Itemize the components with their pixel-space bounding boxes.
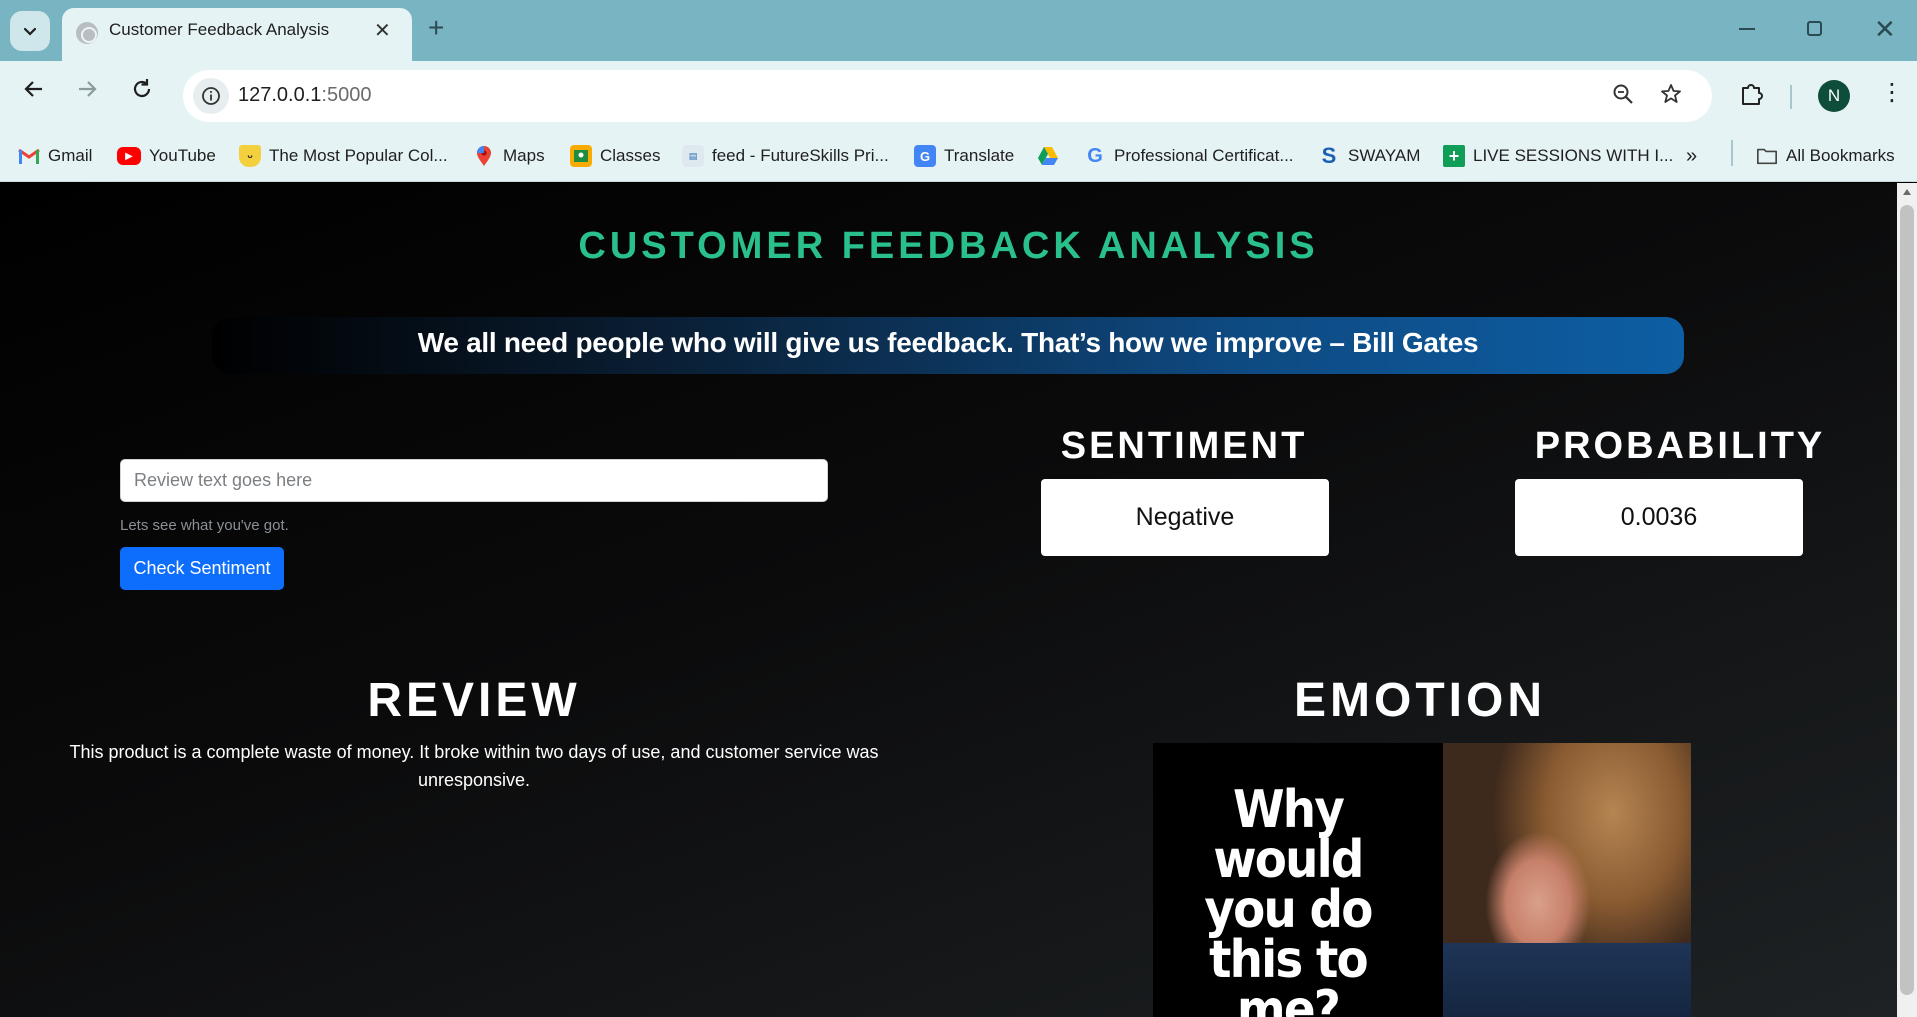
bookmark-drive[interactable]: [1037, 142, 1059, 170]
window-close-button[interactable]: ✕: [1874, 12, 1896, 46]
youtube-icon: ▶: [117, 147, 141, 165]
bookmark-label: Translate: [944, 146, 1015, 165]
bookmarks-divider: [1731, 140, 1733, 166]
minimize-button[interactable]: [1739, 28, 1755, 30]
url-host: 127.0.0.1: [238, 84, 322, 106]
restore-button[interactable]: [1807, 21, 1822, 36]
tab-strip: Customer Feedback Analysis ✕ + ✕: [0, 0, 1917, 61]
browser-toolbar: 127.0.0.1:5000 N ⋮: [0, 61, 1917, 130]
forward-button[interactable]: [71, 77, 103, 107]
magnifier-icon: [1613, 84, 1633, 104]
scroll-thumb[interactable]: [1900, 205, 1914, 995]
emotion-heading: EMOTION: [1294, 674, 1546, 727]
puzzle-icon: [1742, 84, 1763, 105]
review-input[interactable]: [120, 459, 828, 502]
bookmark-professional-certificate[interactable]: G Professional Certificat...: [1084, 142, 1294, 170]
swayam-icon: S: [1321, 143, 1337, 168]
chevron-down-icon: [23, 27, 37, 36]
sheets-icon: +: [1443, 145, 1465, 167]
google-icon: G: [1087, 144, 1103, 167]
probability-heading: PROBABILITY: [1534, 425, 1826, 467]
tab-title: Customer Feedback Analysis: [109, 20, 330, 39]
reload-icon: [133, 79, 151, 98]
reload-button[interactable]: [126, 77, 158, 107]
probability-value: 0.0036: [1515, 479, 1803, 556]
classroom-icon: [570, 145, 592, 167]
all-bookmarks-label: All Bookmarks: [1786, 146, 1895, 165]
bookmark-futureskills[interactable]: ▤ feed - FutureSkills Pri...: [682, 142, 889, 170]
folder-icon: [1756, 145, 1778, 167]
sentiment-heading: SENTIMENT: [1060, 425, 1308, 467]
check-sentiment-button[interactable]: Check Sentiment: [120, 547, 284, 590]
bookmark-youtube[interactable]: ▶ YouTube: [117, 142, 216, 170]
maps-icon: [473, 145, 495, 167]
bookmarks-bar: Gmail ▶ YouTube ᵕ The Most Popular Col..…: [0, 130, 1917, 182]
bookmark-star-icon[interactable]: [1659, 82, 1683, 113]
meme-shoulder: [1443, 943, 1691, 1017]
quote-text: We all need people who will give us feed…: [417, 327, 1479, 358]
bookmark-label: Maps: [503, 146, 545, 165]
drive-icon: [1037, 145, 1059, 167]
gmail-icon: [18, 145, 40, 167]
address-bar[interactable]: 127.0.0.1:5000: [183, 70, 1712, 122]
all-bookmarks-button[interactable]: All Bookmarks: [1756, 142, 1895, 170]
bookmark-label: The Most Popular Col...: [269, 146, 448, 165]
quote-banner: We all need people who will give us feed…: [212, 317, 1684, 374]
input-help-text: Lets see what you've got.: [120, 517, 289, 534]
toolbar-divider: [1790, 85, 1792, 109]
bookmark-maps[interactable]: Maps: [473, 142, 545, 170]
browser-menu-button[interactable]: ⋮: [1880, 78, 1904, 108]
globe-icon: [76, 22, 98, 44]
translate-icon: G: [914, 145, 936, 167]
bookmark-label: Classes: [600, 146, 661, 165]
page-title: CUSTOMER FEEDBACK ANALYSIS: [578, 225, 1319, 267]
page-scrollbar[interactable]: [1897, 183, 1917, 1017]
tab-close-icon[interactable]: ✕: [374, 20, 391, 42]
arrow-right-icon: [79, 81, 97, 97]
zoom-icon[interactable]: [1611, 82, 1635, 113]
bookmark-most-popular[interactable]: ᵕ The Most Popular Col...: [239, 142, 448, 170]
review-text: This product is a complete waste of mone…: [69, 742, 879, 790]
bookmark-classes[interactable]: Classes: [570, 142, 660, 170]
tab-search-button[interactable]: [10, 11, 50, 51]
futureskills-icon: ▤: [682, 145, 704, 167]
url-port: :5000: [321, 84, 372, 106]
bookmark-gmail[interactable]: Gmail: [18, 142, 92, 170]
cup-icon: ᵕ: [239, 145, 261, 167]
profile-avatar[interactable]: N: [1818, 80, 1850, 112]
site-info-button[interactable]: [193, 78, 229, 114]
bookmark-swayam[interactable]: S SWAYAM: [1318, 142, 1421, 170]
bookmark-label: YouTube: [149, 146, 216, 165]
active-tab[interactable]: Customer Feedback Analysis ✕: [62, 8, 412, 61]
bookmark-translate[interactable]: G Translate: [914, 142, 1014, 170]
bookmark-label: Gmail: [48, 146, 93, 165]
arrow-left-icon: [24, 81, 42, 97]
double-chevron-icon: »: [1686, 144, 1698, 167]
bookmark-label: Professional Certificat...: [1114, 146, 1294, 165]
bookmark-live-sessions[interactable]: + LIVE SESSIONS WITH I...: [1443, 142, 1673, 170]
page-viewport: CUSTOMER FEEDBACK ANALYSIS We all need p…: [0, 183, 1897, 1017]
extensions-button[interactable]: [1738, 80, 1766, 113]
new-tab-button[interactable]: +: [428, 11, 444, 45]
bookmark-label: SWAYAM: [1348, 146, 1421, 165]
scroll-up-arrow-icon[interactable]: [1903, 189, 1911, 195]
bookmark-label: feed - FutureSkills Pri...: [712, 146, 889, 165]
review-heading: REVIEW: [367, 674, 581, 727]
url-text: 127.0.0.1:5000: [238, 84, 371, 107]
back-button[interactable]: [18, 77, 50, 107]
meme-caption: Why would you do this to me?: [1204, 780, 1373, 1017]
emotion-meme-image: Why would you do this to me?: [1153, 743, 1691, 1017]
info-icon: [202, 87, 220, 105]
bookmark-label: LIVE SESSIONS WITH I...: [1473, 146, 1674, 165]
star-icon: [1661, 84, 1681, 103]
more-bookmarks-button[interactable]: »: [1686, 142, 1697, 170]
sentiment-value: Negative: [1041, 479, 1329, 556]
